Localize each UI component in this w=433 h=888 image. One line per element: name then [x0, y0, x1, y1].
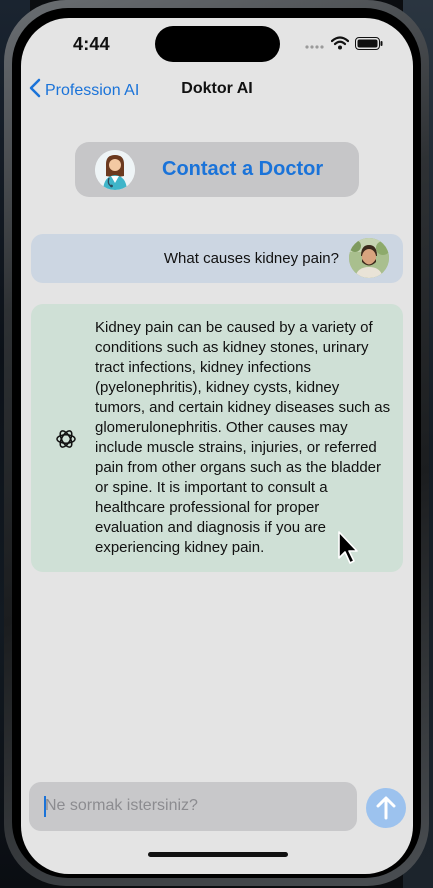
- dynamic-island: [155, 26, 280, 62]
- page-title: Doktor AI: [181, 80, 253, 97]
- status-icons: [305, 36, 383, 55]
- wifi-icon: [330, 36, 350, 55]
- ai-message-text: Kidney pain can be caused by a variety o…: [95, 319, 391, 556]
- input-placeholder: Ne sormak istersiniz?: [45, 797, 198, 814]
- nav-title-container: Doktor AI: [21, 80, 413, 98]
- send-button[interactable]: [366, 788, 406, 828]
- mouse-pointer-icon: [337, 530, 361, 571]
- message-input[interactable]: Ne sormak istersiniz?: [29, 782, 357, 831]
- user-message-bubble: What causes kidney pain?: [31, 234, 403, 283]
- app-screen: 4:44 Profession AI Doktor AI Contact a D…: [21, 18, 413, 874]
- user-avatar: [349, 238, 389, 278]
- contact-doctor-button[interactable]: Contact a Doctor: [75, 142, 359, 197]
- battery-icon: [355, 36, 383, 55]
- openai-logo-icon: [55, 428, 77, 450]
- contact-doctor-label: Contact a Doctor: [162, 158, 324, 180]
- arrow-up-icon: [366, 796, 406, 832]
- home-indicator[interactable]: [148, 852, 288, 857]
- status-time: 4:44: [73, 34, 110, 54]
- cellular-signal-icon: [305, 37, 325, 55]
- doctor-avatar: [95, 150, 135, 190]
- user-message-text: What causes kidney pain?: [163, 250, 339, 267]
